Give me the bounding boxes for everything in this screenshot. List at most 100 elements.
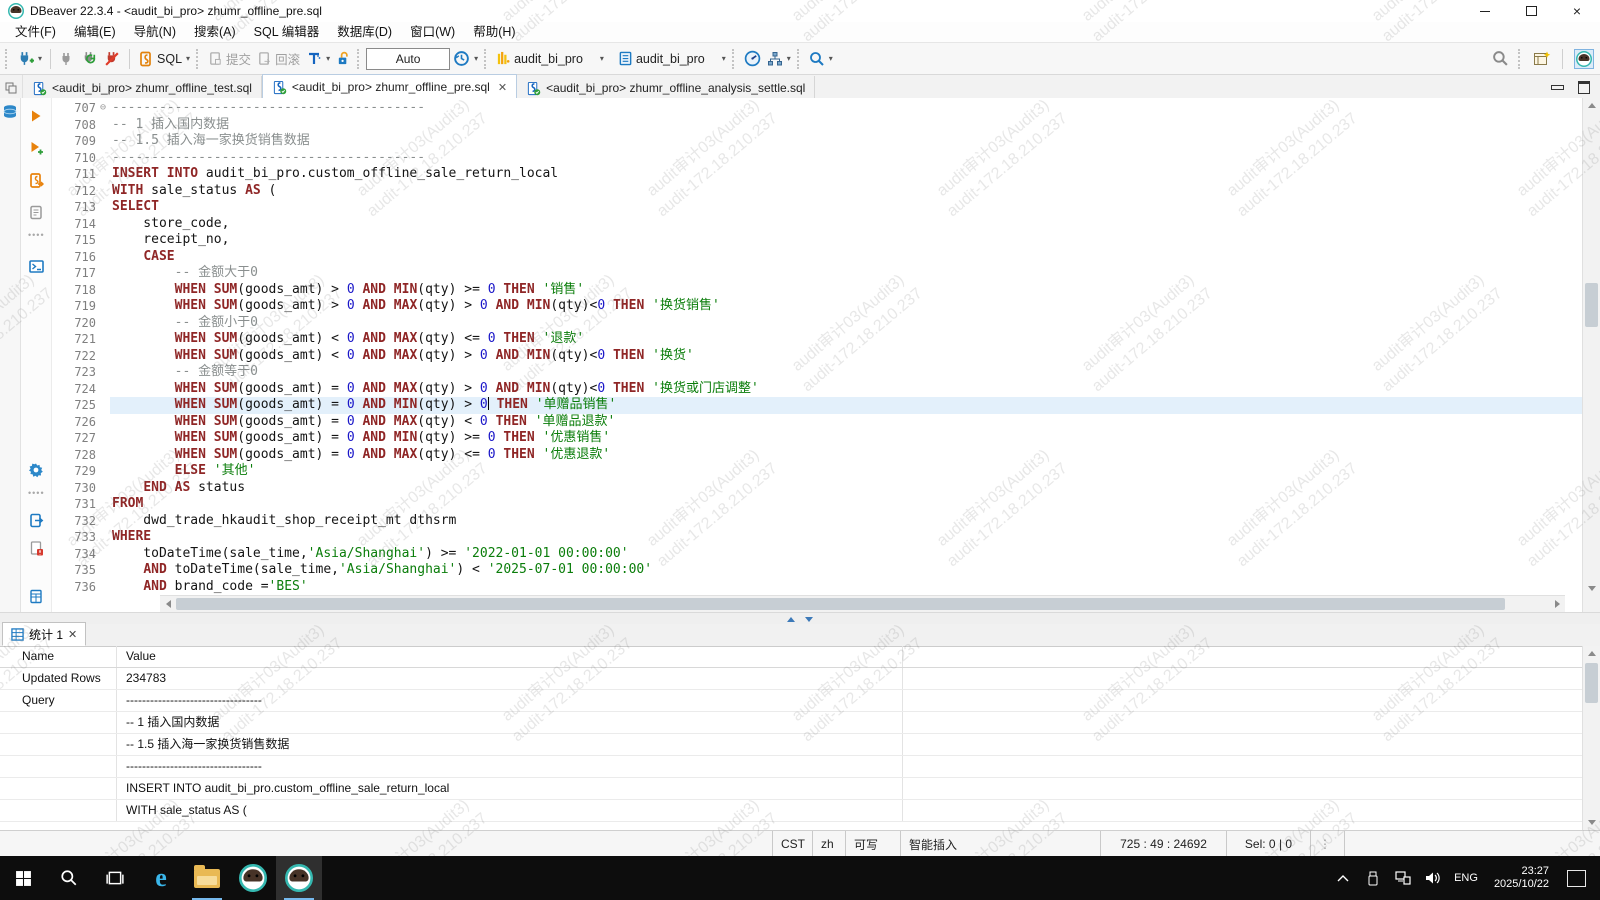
code-line[interactable]: 727 WHEN SUM(goods_amt) = 0 AND MIN(qty)…: [52, 430, 1582, 447]
task-view-button[interactable]: [92, 856, 138, 900]
connect-button[interactable]: ▾: [14, 48, 45, 69]
code-line[interactable]: 711INSERT INTO audit_bi_pro.custom_offli…: [52, 166, 1582, 183]
open-console-icon[interactable]: [26, 256, 46, 276]
menu-item-2[interactable]: 导航(N): [125, 22, 185, 42]
status-insert-mode[interactable]: 智能插入: [900, 831, 1100, 857]
code-line[interactable]: 714 store_code,: [52, 216, 1582, 233]
tray-expand-chevron[interactable]: [1330, 874, 1356, 882]
code-line[interactable]: 723 -- 金额等于0: [52, 364, 1582, 381]
code-line[interactable]: 708-- 1 插入国内数据: [52, 117, 1582, 134]
connection-selector[interactable]: audit_bi_pro ▾: [493, 49, 607, 68]
stats-row[interactable]: -- 1.5 插入海一家换货销售数据: [0, 734, 1583, 756]
sash-collapse-up-icon[interactable]: [787, 617, 795, 622]
open-perspective-icon[interactable]: [1533, 50, 1551, 67]
close-button[interactable]: ×: [1554, 0, 1600, 22]
new-sql-editor-button[interactable]: SQL ▾: [135, 49, 193, 69]
code-line[interactable]: 707⊖------------------------------------…: [52, 100, 1582, 117]
global-search-icon[interactable]: [1492, 50, 1509, 67]
commit-button[interactable]: 提交: [205, 47, 254, 70]
maximize-button[interactable]: [1508, 0, 1554, 22]
stats-row[interactable]: Updated Rows234783: [0, 668, 1583, 690]
code-line[interactable]: 736 AND brand_code ='BES': [52, 579, 1582, 596]
status-timezone[interactable]: CST: [772, 831, 812, 857]
validation-error-doc-icon[interactable]: [26, 538, 46, 558]
stats-row[interactable]: ----------------------------------: [0, 756, 1583, 778]
code-line[interactable]: 725 WHEN SUM(goods_amt) = 0 AND MIN(qty)…: [52, 397, 1582, 414]
close-tab-icon[interactable]: ✕: [498, 81, 507, 94]
stats-row[interactable]: INSERT INTO audit_bi_pro.custom_offline_…: [0, 778, 1583, 800]
menu-item-5[interactable]: 数据库(D): [328, 22, 401, 42]
menu-item-0[interactable]: 文件(F): [6, 22, 65, 42]
search-db-button[interactable]: ▾: [806, 49, 836, 69]
status-selection[interactable]: Sel: 0 | 0: [1226, 831, 1310, 857]
status-writable[interactable]: 可写: [845, 831, 900, 857]
code-line[interactable]: 734 toDateTime(sale_time,'Asia/Shanghai'…: [52, 546, 1582, 563]
menu-item-3[interactable]: 搜索(A): [185, 22, 245, 42]
code-line[interactable]: 709-- 1.5 插入海一家换货销售数据: [52, 133, 1582, 150]
taskbar-clock[interactable]: 23:27 2025/10/22: [1486, 865, 1557, 891]
reconnect-button[interactable]: [78, 48, 101, 69]
code-line[interactable]: 713SELECT: [52, 199, 1582, 216]
execute-new-tab-icon[interactable]: [26, 138, 46, 158]
status-caret-position[interactable]: 725 : 49 : 24692: [1100, 831, 1226, 857]
sash-collapse-down-icon[interactable]: [805, 617, 813, 622]
code-line[interactable]: 724 WHEN SUM(goods_amt) = 0 AND MAX(qty)…: [52, 381, 1582, 398]
code-line[interactable]: 731FROM: [52, 496, 1582, 513]
export-data-icon[interactable]: [26, 510, 46, 530]
minimize-button[interactable]: [1462, 0, 1508, 22]
er-diagram-button[interactable]: ▾: [764, 49, 794, 69]
taskbar-search-button[interactable]: [46, 856, 92, 900]
execute-script-icon[interactable]: [26, 170, 46, 190]
stats-row[interactable]: -- 1 插入国内数据: [0, 712, 1583, 734]
rollback-button[interactable]: 回滚: [254, 47, 303, 70]
maximize-view-icon[interactable]: [1578, 81, 1590, 94]
menu-item-4[interactable]: SQL 编辑器: [245, 22, 329, 42]
volume-icon[interactable]: [1420, 871, 1446, 885]
status-locale[interactable]: zh: [812, 831, 845, 857]
stats-col-name[interactable]: Name: [0, 646, 117, 667]
dbeaver-perspective-button[interactable]: [1574, 49, 1594, 69]
start-button[interactable]: [0, 856, 46, 900]
code-line[interactable]: 715 receipt_no,: [52, 232, 1582, 249]
code-area[interactable]: 707⊖------------------------------------…: [52, 98, 1582, 612]
lock-button[interactable]: [333, 49, 354, 68]
database-navigator-icon[interactable]: [2, 104, 18, 120]
menu-item-1[interactable]: 编辑(E): [65, 22, 125, 42]
collapsed-db-navigator[interactable]: [0, 98, 21, 612]
action-center-icon[interactable]: [1567, 870, 1586, 887]
status-overflow-dots[interactable]: ⋮: [1310, 831, 1344, 857]
settings-gear-icon[interactable]: [26, 460, 46, 480]
code-line[interactable]: 718 WHEN SUM(goods_amt) > 0 AND MIN(qty)…: [52, 282, 1582, 299]
internet-explorer-button[interactable]: e: [138, 856, 184, 900]
autocommit-select[interactable]: Auto: [366, 48, 450, 70]
editor-horizontal-scrollbar[interactable]: [160, 595, 1565, 612]
code-line[interactable]: 729 ELSE '其他': [52, 463, 1582, 480]
restore-panes-icon[interactable]: [0, 75, 23, 100]
code-line[interactable]: 728 WHEN SUM(goods_amt) = 0 AND MAX(qty)…: [52, 447, 1582, 464]
explain-plan-icon[interactable]: [26, 202, 46, 222]
transaction-log-button[interactable]: ▾: [303, 49, 333, 69]
stats-row[interactable]: WITH sale_status AS (: [0, 800, 1583, 822]
code-line[interactable]: 721 WHEN SUM(goods_amt) < 0 AND MAX(qty)…: [52, 331, 1582, 348]
execute-statement-icon[interactable]: [26, 106, 46, 126]
code-line[interactable]: 719 WHEN SUM(goods_amt) > 0 AND MAX(qty)…: [52, 298, 1582, 315]
dashboard-button[interactable]: [741, 48, 764, 69]
code-line[interactable]: 732 dwd_trade_hkaudit_shop_receipt_mt dt…: [52, 513, 1582, 530]
editor-tab-2[interactable]: <audit_bi_pro> zhumr_offline_analysis_se…: [517, 76, 815, 100]
grid-document-icon[interactable]: [26, 586, 46, 606]
stats-col-value[interactable]: Value: [117, 646, 903, 667]
code-line[interactable]: 722 WHEN SUM(goods_amt) < 0 AND MAX(qty)…: [52, 348, 1582, 365]
code-line[interactable]: 716 CASE: [52, 249, 1582, 266]
statistics-tab[interactable]: 统计 1 ✕: [2, 622, 86, 646]
editor-vertical-scrollbar[interactable]: [1582, 98, 1600, 612]
file-explorer-button[interactable]: [184, 856, 230, 900]
code-line[interactable]: 733WHERE: [52, 529, 1582, 546]
transaction-history-button[interactable]: ▾: [450, 48, 481, 69]
minimize-view-icon[interactable]: [1551, 85, 1564, 90]
code-line[interactable]: 726 WHEN SUM(goods_amt) = 0 AND MAX(qty)…: [52, 414, 1582, 431]
code-line[interactable]: 712WITH sale_status AS (: [52, 183, 1582, 200]
code-line[interactable]: 710-------------------------------------…: [52, 150, 1582, 167]
schema-selector[interactable]: audit_bi_pro ▾: [615, 49, 729, 68]
code-line[interactable]: 730 END AS status: [52, 480, 1582, 497]
code-line[interactable]: 720 -- 金额小于0: [52, 315, 1582, 332]
